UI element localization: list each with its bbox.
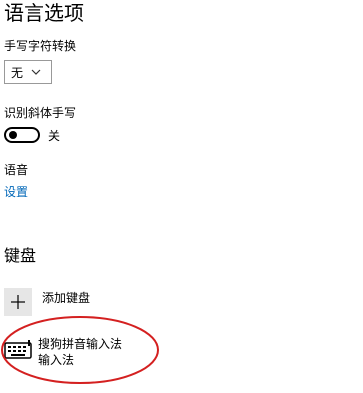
dropdown-value: 无 — [11, 65, 24, 80]
toggle-state-label: 关 — [48, 129, 61, 143]
handwriting-conversion-label: 手写字符转换 — [4, 39, 77, 53]
annotation-ellipse — [1, 316, 159, 384]
page-title: 语言选项 — [4, 1, 84, 25]
speech-label: 语音 — [4, 163, 29, 177]
italic-recognition-label: 识别斜体手写 — [4, 106, 77, 120]
add-keyboard-button[interactable] — [4, 288, 32, 316]
italic-recognition-toggle[interactable] — [4, 127, 40, 143]
chevron-down-icon — [31, 69, 41, 75]
toggle-knob — [9, 131, 17, 139]
plus-icon — [11, 295, 25, 309]
keyboard-section-title: 键盘 — [4, 246, 37, 265]
handwriting-conversion-dropdown[interactable]: 无 — [4, 60, 52, 84]
add-keyboard-label[interactable]: 添加键盘 — [42, 290, 90, 306]
speech-settings-link[interactable]: 设置 — [4, 183, 28, 200]
